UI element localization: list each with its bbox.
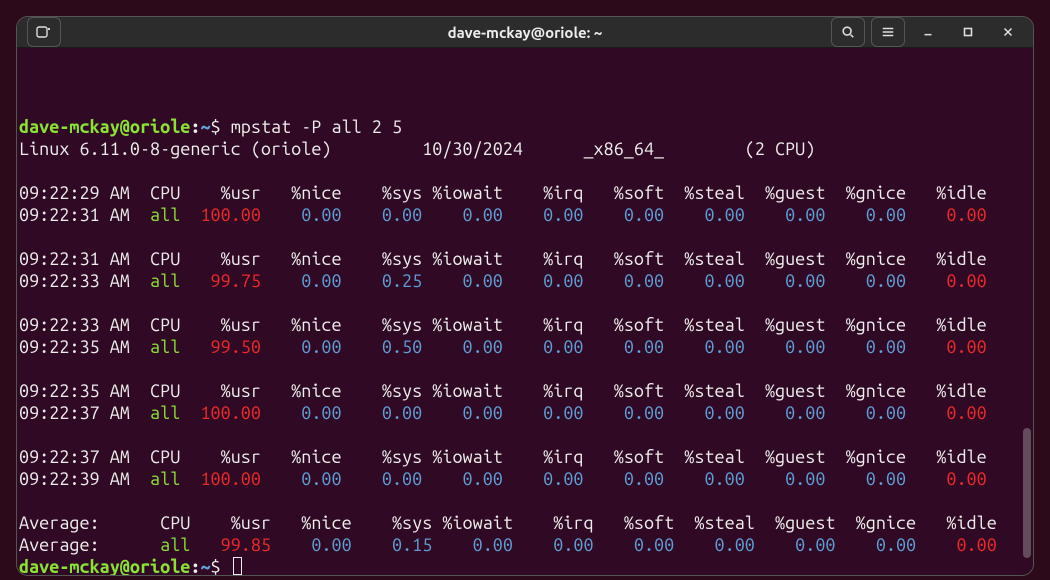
system-info: Linux 6.11.0-8-generic (oriole) 10/30/20… <box>19 139 815 159</box>
sample-time: 09:22:33 AM <box>19 271 130 291</box>
new-tab-icon <box>36 24 52 40</box>
scrollbar-thumb[interactable] <box>1023 428 1031 558</box>
terminal-line <box>19 226 1031 248</box>
command-text: mpstat -P all 2 5 <box>231 117 402 137</box>
menu-button[interactable] <box>871 17 905 47</box>
prompt-colon: : <box>190 117 200 137</box>
terminal-line <box>19 490 1031 512</box>
terminal-line: 09:22:39 AM all 100.00 0.00 0.00 0.00 0.… <box>19 468 1031 490</box>
sample-time: 09:22:35 AM <box>19 337 130 357</box>
search-button[interactable] <box>831 17 865 47</box>
close-button[interactable] <box>991 17 1025 47</box>
terminal-line: dave-mckay@oriole:~$ <box>19 556 1031 576</box>
terminal-line: 09:22:33 AM all 99.75 0.00 0.25 0.00 0.0… <box>19 270 1031 292</box>
terminal-window: dave-mckay@oriole: ~ dave-mckay@oriole:~… <box>16 16 1034 576</box>
terminal-line: dave-mckay@oriole:~$ mpstat -P all 2 5 <box>19 116 1031 138</box>
sample-time: 09:22:37 AM <box>19 403 130 423</box>
sample-time: Average: <box>19 535 140 555</box>
sample-time: 09:22:29 AM <box>19 183 130 203</box>
terminal-line: Average: all 99.85 0.00 0.15 0.00 0.00 0… <box>19 534 1031 556</box>
terminal-line: 09:22:37 AM CPU %usr %nice %sys %iowait … <box>19 446 1031 468</box>
sample-time: 09:22:31 AM <box>19 249 130 269</box>
minimize-button[interactable] <box>911 17 945 47</box>
terminal-line <box>19 424 1031 446</box>
close-icon <box>1001 25 1015 39</box>
new-tab-button[interactable] <box>27 17 61 47</box>
sample-time: 09:22:31 AM <box>19 205 130 225</box>
prompt-user: dave-mckay@oriole <box>19 557 190 576</box>
terminal-line: Average: CPU %usr %nice %sys %iowait %ir… <box>19 512 1031 534</box>
prompt-path: ~ <box>200 117 210 137</box>
prompt-user: dave-mckay@oriole <box>19 117 190 137</box>
search-icon <box>841 25 855 39</box>
sample-time: 09:22:37 AM <box>19 447 130 467</box>
sample-time: 09:22:33 AM <box>19 315 130 335</box>
minimize-icon <box>921 25 935 39</box>
terminal-line: 09:22:31 AM CPU %usr %nice %sys %iowait … <box>19 248 1031 270</box>
terminal-content[interactable]: dave-mckay@oriole:~$ mpstat -P all 2 5Li… <box>17 48 1033 576</box>
sample-time: 09:22:35 AM <box>19 381 130 401</box>
prompt-symbol: $ <box>211 117 231 137</box>
sample-time: Average: <box>19 513 140 533</box>
terminal-line <box>19 292 1031 314</box>
terminal-line: 09:22:37 AM all 100.00 0.00 0.00 0.00 0.… <box>19 402 1031 424</box>
maximize-icon <box>961 25 975 39</box>
titlebar: dave-mckay@oriole: ~ <box>17 17 1033 48</box>
terminal-line: 09:22:33 AM CPU %usr %nice %sys %iowait … <box>19 314 1031 336</box>
terminal-line <box>19 358 1031 380</box>
sample-time: 09:22:39 AM <box>19 469 130 489</box>
cursor <box>233 557 242 575</box>
terminal-line <box>19 160 1031 182</box>
terminal-line: Linux 6.11.0-8-generic (oriole) 10/30/20… <box>19 138 1031 160</box>
terminal-line: 09:22:35 AM CPU %usr %nice %sys %iowait … <box>19 380 1031 402</box>
terminal-line: 09:22:35 AM all 99.50 0.00 0.50 0.00 0.0… <box>19 336 1031 358</box>
maximize-button[interactable] <box>951 17 985 47</box>
terminal-line: 09:22:29 AM CPU %usr %nice %sys %iowait … <box>19 182 1031 204</box>
terminal-line: 09:22:31 AM all 100.00 0.00 0.00 0.00 0.… <box>19 204 1031 226</box>
hamburger-icon <box>881 25 895 39</box>
